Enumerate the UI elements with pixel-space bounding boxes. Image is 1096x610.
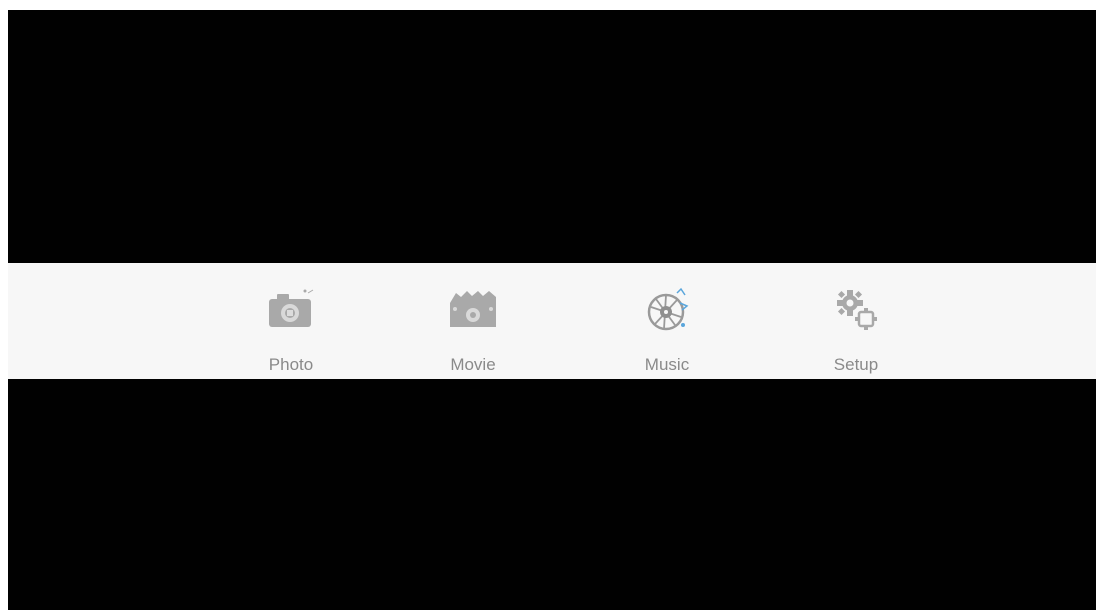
menu-item-photo[interactable]: Photo	[236, 263, 346, 379]
menu-item-label: Music	[644, 355, 690, 374]
music-disc-icon	[647, 287, 689, 331]
camera-icon	[269, 289, 314, 327]
menu-item-label: Movie	[450, 355, 496, 374]
clapperboard-icon	[450, 291, 496, 327]
menu-item-label: Setup	[833, 355, 879, 374]
menu-item-movie[interactable]: Movie	[418, 263, 528, 379]
menu-item-label: Photo	[268, 355, 314, 374]
gears-icon	[837, 290, 877, 330]
menu-item-music[interactable]: Music	[612, 263, 722, 379]
menu-item-setup[interactable]: Setup	[801, 263, 911, 379]
main-menu-bar: Photo Movie Music Setup	[8, 263, 1096, 379]
tv-screen: Photo Movie Music Setup	[8, 10, 1096, 610]
